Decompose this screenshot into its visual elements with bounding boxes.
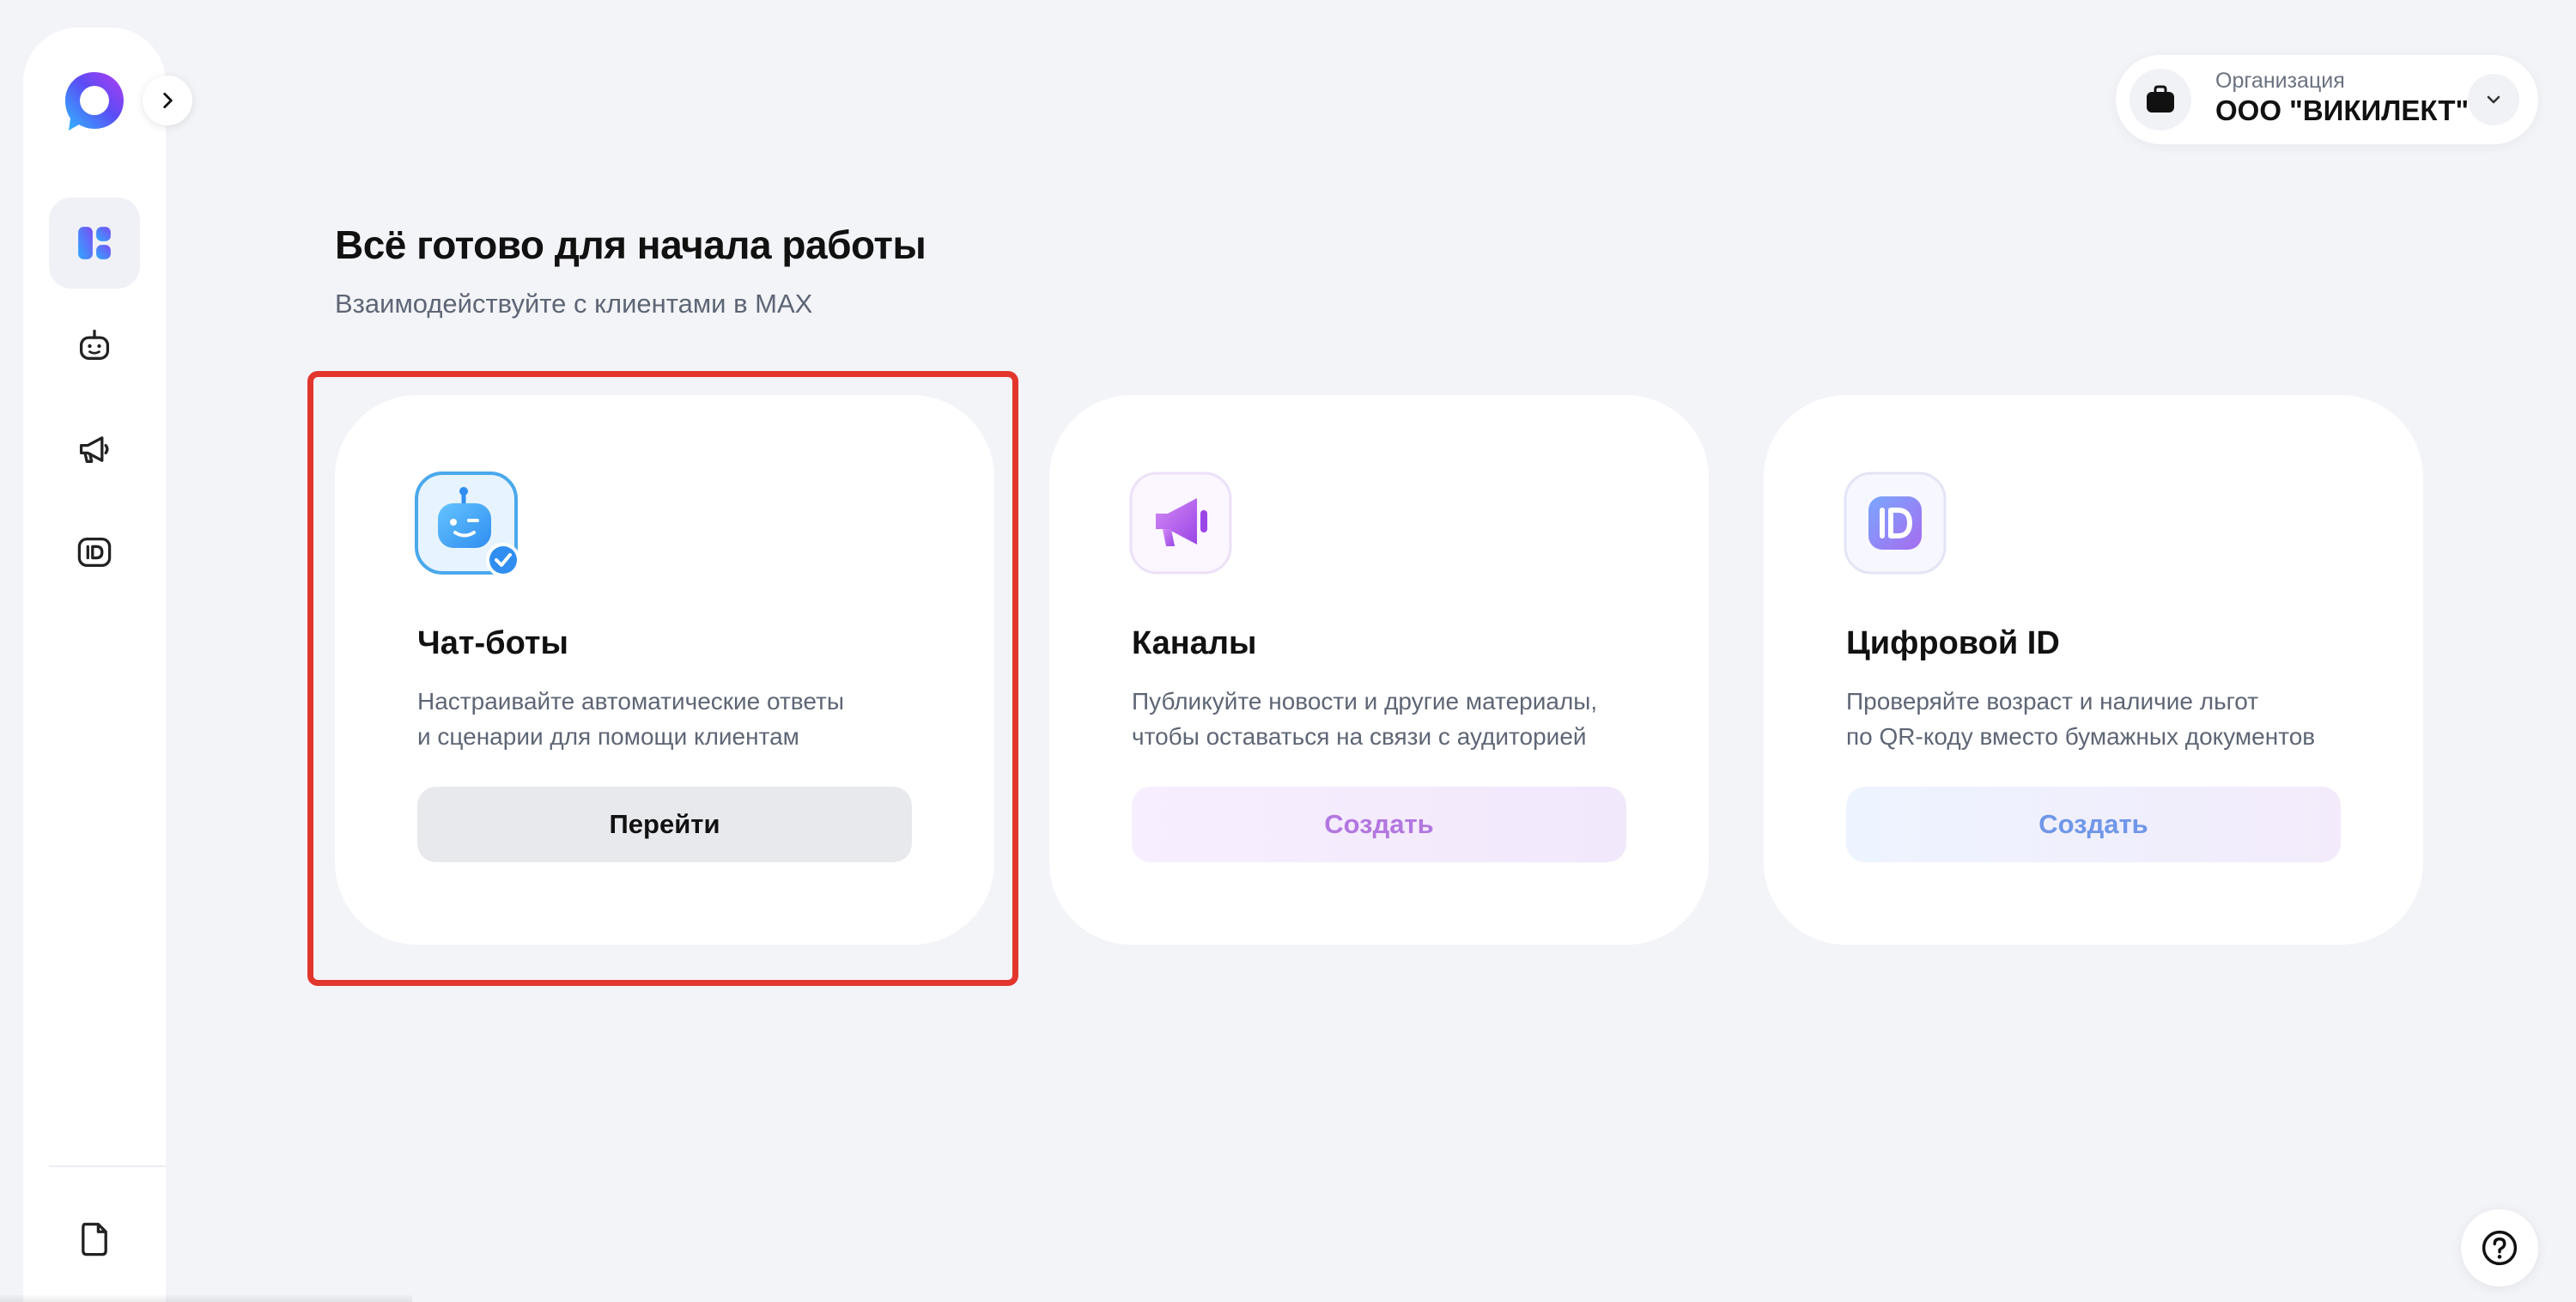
- sidebar-item-channels[interactable]: [49, 404, 140, 495]
- card-description: Настраивайте автоматические ответы и сце…: [417, 684, 950, 754]
- card-chatbots: Чат-боты Настраивайте автоматические отв…: [335, 395, 994, 945]
- card-description-line: Публикуйте новости и другие материалы,: [1132, 688, 1598, 715]
- organization-selector[interactable]: Организация ООО "ВИКИЛЕКТ": [2116, 55, 2538, 144]
- sidebar-item-digital-id[interactable]: [49, 507, 140, 598]
- scroll-shadow: [0, 1295, 412, 1302]
- card-description: Публикуйте новости и другие материалы, ч…: [1132, 684, 1664, 754]
- card-title: Каналы: [1132, 625, 1257, 661]
- id-icon: [77, 537, 112, 568]
- organization-name: ООО "ВИКИЛЕКТ": [2215, 94, 2470, 126]
- sidebar-item-bots[interactable]: [49, 301, 140, 392]
- document-icon: [82, 1222, 107, 1256]
- megaphone-icon: [79, 436, 109, 463]
- sidebar-divider: [49, 1165, 166, 1167]
- bot-icon: [79, 329, 110, 360]
- organization-avatar: [2129, 69, 2191, 131]
- digital-id-icon: [1844, 472, 1947, 575]
- card-description-line: по QR-коду вместо бумажных документов: [1846, 723, 2316, 750]
- card-description-line: и сценарии для помощи клиентам: [417, 723, 799, 750]
- chatbot-icon: [415, 472, 520, 577]
- card-digital-id: Цифровой ID Проверяйте возраст и наличие…: [1764, 395, 2423, 945]
- card-title: Чат-боты: [417, 625, 568, 661]
- card-description: Проверяйте возраст и наличие льгот по QR…: [1846, 684, 2379, 754]
- card-description-line: Настраивайте автоматические ответы: [417, 688, 844, 715]
- card-description-line: чтобы оставаться на связи с аудиторией: [1132, 723, 1587, 750]
- help-button[interactable]: [2461, 1209, 2538, 1287]
- chevron-down-icon: [2487, 95, 2500, 104]
- sidebar-item-documents[interactable]: [49, 1194, 140, 1285]
- card-title: Цифровой ID: [1846, 625, 2060, 661]
- card-channels: Каналы Публикуйте новости и другие матер…: [1049, 395, 1709, 945]
- dashboard-icon: [78, 227, 111, 259]
- question-circle-icon: [2482, 1230, 2518, 1266]
- organization-dropdown-button[interactable]: [2468, 74, 2519, 125]
- chevron-right-icon: [163, 93, 173, 108]
- card-description-line: Проверяйте возраст и наличие льгот: [1846, 688, 2259, 715]
- organization-label: Организация: [2215, 69, 2345, 93]
- channels-megaphone-icon: [1129, 472, 1232, 575]
- chatbots-go-button[interactable]: Перейти: [417, 787, 912, 862]
- briefcase-icon: [2147, 85, 2174, 113]
- max-logo-icon[interactable]: [60, 67, 129, 136]
- page-title: Всё готово для начала работы: [335, 222, 927, 267]
- sidebar-expand-button[interactable]: [143, 76, 192, 125]
- page-subtitle: Взаимодействуйте с клиентами в MAX: [335, 289, 813, 319]
- channels-create-button[interactable]: Создать: [1132, 787, 1626, 862]
- sidebar-item-dashboard[interactable]: [49, 198, 140, 289]
- digital-id-create-button[interactable]: Создать: [1846, 787, 2341, 862]
